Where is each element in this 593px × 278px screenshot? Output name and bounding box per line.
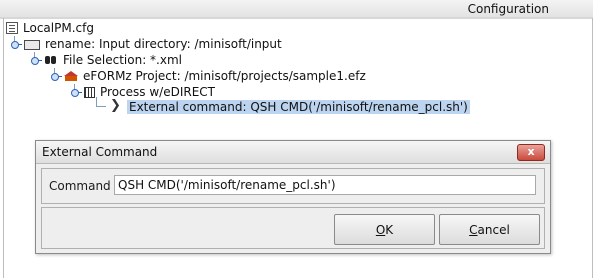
left-border <box>3 18 4 278</box>
expand-toggle-icon[interactable] <box>30 55 42 65</box>
ok-button[interactable]: OK <box>334 214 435 245</box>
tree-node-file-selection[interactable]: File Selection: *.xml <box>30 52 182 68</box>
ok-mnemonic: O <box>375 222 386 237</box>
expand-toggle-icon[interactable] <box>70 87 82 97</box>
cancel-label-rest: ancel <box>477 222 510 237</box>
cancel-mnemonic: C <box>469 222 478 237</box>
button-area: OK Cancel <box>41 207 545 249</box>
project-icon <box>64 71 78 81</box>
command-input[interactable] <box>114 175 536 195</box>
dialog-titlebar[interactable]: External Command x <box>36 141 550 164</box>
expand-toggle-icon[interactable] <box>10 39 22 49</box>
binoculars-icon <box>44 54 58 66</box>
config-tree-icon <box>6 22 18 34</box>
command-field-group: Command <box>41 168 545 204</box>
tree-node-label: eFORMz Project: /minisoft/projects/sampl… <box>83 69 366 83</box>
tree-node-external-command[interactable]: External command: QSH CMD('/minisoft/ren… <box>108 98 470 115</box>
tree-node-label: File Selection: *.xml <box>63 53 182 67</box>
tree-node-label: rename: Input directory: /minisoft/input <box>45 37 282 51</box>
tree-node-label: LocalPM.cfg <box>23 21 94 35</box>
folder-icon <box>24 40 40 50</box>
close-icon[interactable]: x <box>517 144 545 161</box>
tree-node-rename[interactable]: rename: Input directory: /minisoft/input <box>10 36 282 52</box>
tree-node-root[interactable]: LocalPM.cfg <box>6 20 94 36</box>
command-label: Command <box>49 179 111 193</box>
process-icon <box>84 86 95 98</box>
external-command-dialog: External Command x Command OK Cancel <box>35 140 551 254</box>
chevron-right-icon <box>108 98 122 113</box>
expand-toggle-icon[interactable] <box>50 71 62 81</box>
tree-node-label-selected: External command: QSH CMD('/minisoft/ren… <box>127 100 470 114</box>
tree-node-label: Process w/eDIRECT <box>100 85 215 99</box>
tree-node-process[interactable]: Process w/eDIRECT <box>70 84 215 100</box>
header-divider <box>0 17 593 19</box>
tree-node-project[interactable]: eFORMz Project: /minisoft/projects/sampl… <box>50 68 366 84</box>
cancel-button[interactable]: Cancel <box>439 214 540 245</box>
ok-label-rest: K <box>385 222 394 237</box>
configuration-title: Configuration <box>467 2 549 16</box>
dialog-title: External Command <box>42 145 158 159</box>
tree-connector <box>96 106 106 107</box>
